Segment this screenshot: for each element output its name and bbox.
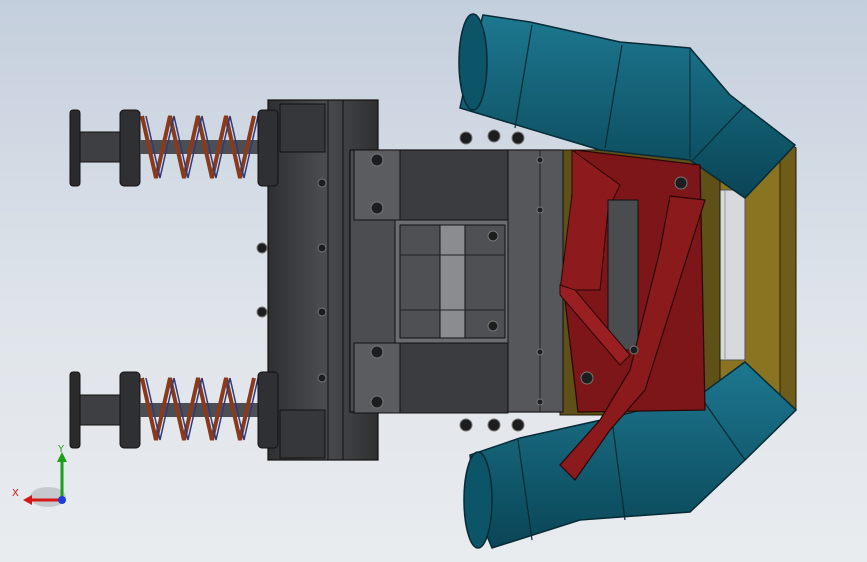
graphics-viewport[interactable]: X Y xyxy=(0,0,867,562)
y-axis-label: Y xyxy=(57,444,65,455)
x-axis-label: X xyxy=(12,488,19,499)
main-frame xyxy=(267,99,564,461)
reference-triad: X Y xyxy=(12,444,67,507)
spring-assembly-upper xyxy=(69,109,279,187)
z-axis xyxy=(58,496,66,504)
spring-assembly-lower xyxy=(69,371,279,449)
cad-model-view[interactable]: X Y xyxy=(0,0,867,562)
